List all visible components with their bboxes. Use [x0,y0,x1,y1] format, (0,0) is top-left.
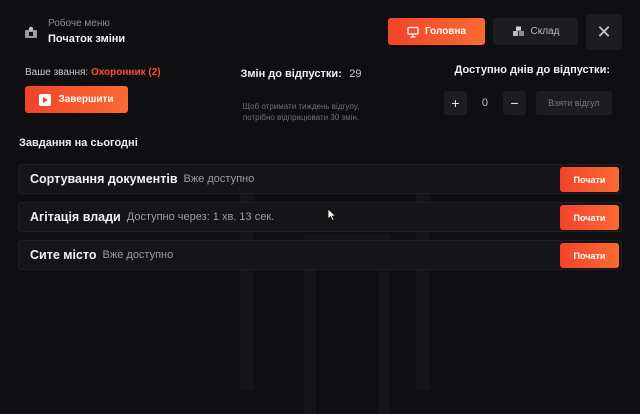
shifts-label: Змін до відпустки: [240,68,342,80]
vacation-days-section: Доступно днів до відпустки: + 0 − Взяти … [444,64,612,115]
menu-title: Початок зміни [48,33,126,45]
take-day-off-button[interactable]: Взяти відгул [535,91,612,115]
tasks-title: Завдання на сьогодні [19,137,138,149]
boxes-icon [512,26,524,36]
task-status: Вже доступно [102,249,174,261]
start-task-button[interactable]: Почати [560,167,619,192]
start-task-button[interactable]: Почати [560,243,619,268]
task-status: Вже доступно [183,173,255,185]
rank-info: Ваше звання: Охоронник (2) [25,67,161,78]
task-row: Сите місто Вже доступно Почати [18,240,622,270]
shifts-until-vacation: Змін до відпустки: 29 Щоб отримати тижде… [196,64,406,123]
task-name: Сортування документів [30,172,178,186]
close-button[interactable]: ✕ [586,14,622,50]
menu-icon [25,26,37,38]
cursor-icon [327,208,337,222]
shifts-count: 29 [349,68,362,80]
increase-days-button[interactable]: + [444,91,467,115]
play-icon [39,93,52,106]
vacation-controls: + 0 − Взяти відгул [444,91,612,115]
vacation-days-label: Доступно днів до відпустки: [454,64,611,76]
vacation-days-value: 0 [481,97,488,109]
stock-tab-button[interactable]: Склад [493,18,578,45]
task-name: Агітація влади [30,210,121,224]
stock-tab-label: Склад [530,26,560,37]
top-navigation: Головна Склад ✕ [388,14,622,50]
rank-value: Охоронник (2) [90,67,161,78]
shifts-hint-line-2: потрібно відпрацювати 30 змін. [242,113,360,122]
shifts-hint: Щоб отримати тиждень відгулу, потрібно в… [196,101,406,123]
finish-shift-button[interactable]: Завершити [25,86,128,113]
close-icon: ✕ [596,21,612,42]
task-status: Доступно через: 1 хв. 13 сек. [126,211,275,223]
shifts-hint-line-1: Щоб отримати тиждень відгулу, [242,102,360,111]
start-task-button[interactable]: Почати [560,205,619,230]
menu-header: Робоче меню Початок зміни [24,18,125,46]
home-tab-button[interactable]: Головна [388,18,485,45]
finish-button-label: Завершити [58,94,114,105]
presentation-icon [407,26,419,38]
decrease-days-button[interactable]: − [503,91,526,115]
task-row: Сортування документів Вже доступно Почат… [18,164,622,194]
rank-label: Ваше звання: [25,67,89,78]
home-tab-label: Головна [424,26,467,37]
menu-subtitle: Робоче меню [48,18,110,29]
task-row: Агітація влади Доступно через: 1 хв. 13 … [18,202,622,232]
task-name: Сите місто [30,248,97,262]
